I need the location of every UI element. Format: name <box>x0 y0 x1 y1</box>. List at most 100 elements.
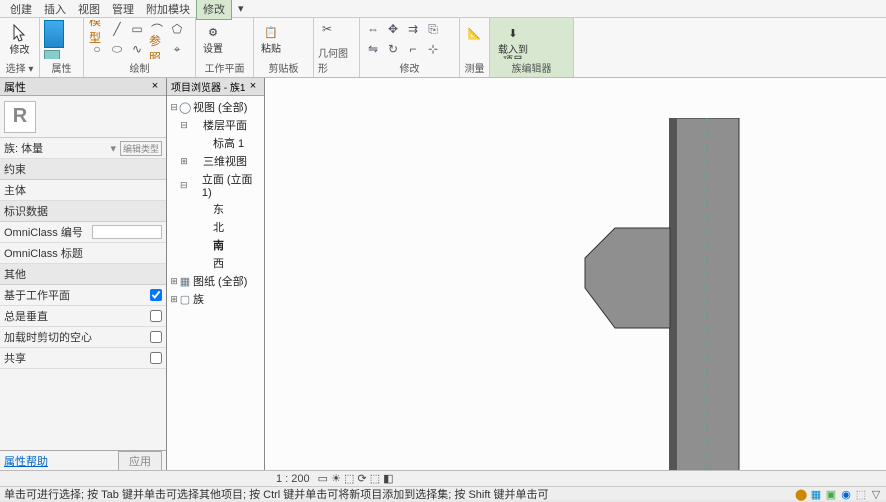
rotate-icon[interactable]: ↻ <box>384 40 402 58</box>
tree-node[interactable]: ⊟ 楼层平面 <box>169 116 262 134</box>
workplane-based-checkbox[interactable] <box>150 289 162 301</box>
row-omniclass-number: OmniClass 编号 <box>0 222 166 243</box>
scale-label[interactable]: 1 : 200 <box>276 473 310 485</box>
draw-spline-icon[interactable]: ∿ <box>128 40 146 58</box>
tree-node[interactable]: 西 <box>169 254 262 272</box>
type-thumbnail: R <box>4 101 36 133</box>
shared-checkbox[interactable] <box>150 352 162 364</box>
tree-node-icon: ▦ <box>179 275 191 288</box>
tray-icon-4[interactable]: ◉ <box>840 488 852 500</box>
measure-button[interactable]: 📐 <box>459 20 491 46</box>
tree-node[interactable]: 东 <box>169 200 262 218</box>
draw-rect-icon[interactable]: ▭ <box>128 20 146 38</box>
drawing-canvas[interactable] <box>265 78 886 470</box>
browser-close-icon[interactable]: × <box>246 80 260 94</box>
tree-toggle-icon[interactable]: ⊞ <box>179 156 189 167</box>
properties-help-link[interactable]: 属性帮助 <box>4 453 48 469</box>
edit-type-button[interactable]: 编辑类型 <box>120 141 162 156</box>
tree-node-label: 标高 1 <box>211 135 244 151</box>
tray-icon-2[interactable]: ▦ <box>810 488 822 500</box>
properties-header: 属性 × <box>0 78 166 96</box>
draw-polygon-icon[interactable]: ⬠ <box>168 20 186 38</box>
tray-icon-3[interactable]: ▣ <box>825 488 837 500</box>
menu-addons[interactable]: 附加模块 <box>140 0 196 19</box>
menu-insert[interactable]: 插入 <box>38 0 72 19</box>
ribbon-group-modify: ⇔ ✥ ⇉ ⎘ ⇋ ↻ ⌐ ⊹ ▦ ⤢ 📌 ✕ 修改 <box>360 18 460 77</box>
apply-button[interactable]: 应用 <box>118 451 162 471</box>
gear-icon: ⚙ <box>201 20 225 44</box>
menu-bar: 创建 插入 视图 管理 附加模块 修改 ▾ <box>0 0 886 18</box>
mirror-icon[interactable]: ⇋ <box>364 40 382 58</box>
properties-preview: R <box>0 96 166 138</box>
menu-manage[interactable]: 管理 <box>106 0 140 19</box>
ribbon-group-properties: 属性 <box>40 18 84 77</box>
view-control-icons[interactable]: ▭ ☀ ⬚ ⟳ ⬚ ◧ <box>318 472 394 485</box>
draw-pick-icon[interactable]: ⌖ <box>168 40 186 58</box>
split-icon[interactable]: ⊹ <box>424 40 442 58</box>
group-label-clipboard: 剪贴板 <box>269 59 299 75</box>
tree-node[interactable]: 北 <box>169 218 262 236</box>
tree-toggle-icon[interactable]: ⊞ <box>169 276 179 287</box>
group-label-modify: 修改 <box>400 59 420 75</box>
align-icon[interactable]: ⇔ <box>364 20 382 38</box>
ribbon-group-draw: 模型 ╱ ▭ ⌒ ⬠ ○ ⬭ ∿ 参照 ⌖ ✶ 绘制 <box>84 18 196 77</box>
row-shared: 共享 <box>0 348 166 369</box>
menu-view[interactable]: 视图 <box>72 0 106 19</box>
properties-close-icon[interactable]: × <box>148 80 162 94</box>
group-constraints: 约束 <box>0 159 166 180</box>
tree-node-label: 西 <box>211 255 224 271</box>
tree-node[interactable]: 标高 1 <box>169 134 262 152</box>
move-icon[interactable]: ✥ <box>384 20 402 38</box>
cut-voids-checkbox[interactable] <box>150 331 162 343</box>
copy-icon[interactable]: ⎘ <box>424 20 442 38</box>
tree-toggle-icon[interactable]: ⊟ <box>179 120 189 131</box>
ribbon: 修改 选择 ▾ 属性 模型 ╱ ▭ ⌒ ⬠ ○ ⬭ ∿ 参照 ⌖ ✶ 绘制 ⚙设… <box>0 18 886 78</box>
content-area: 属性 × R 族: 体量 ▾ 编辑类型 约束 主体 标识数据 OmniClass… <box>0 78 886 470</box>
paste-button[interactable]: 📋粘贴 <box>258 20 284 55</box>
menu-dropdown-icon[interactable]: ▾ <box>232 0 250 17</box>
menu-modify[interactable]: 修改 <box>196 0 232 20</box>
draw-ellipse-icon[interactable]: ⬭ <box>108 40 126 58</box>
tree-node-label: 楼层平面 <box>201 117 247 133</box>
set-button[interactable]: ⚙设置 <box>200 20 226 55</box>
ref-plane-button[interactable]: 参照 <box>148 40 166 58</box>
geom-cut-icon[interactable]: ✂ <box>318 20 336 38</box>
load-into-project-button[interactable]: ⬇载入到 项目 <box>494 20 532 59</box>
browser-title: 项目浏览器 - 族1 <box>171 79 245 94</box>
tree-node[interactable]: ⊟◯视图 (全部) <box>169 98 262 116</box>
ribbon-group-family-editor: ⬇载入到 项目 ⬇载入到 项目并关闭 族编辑器 <box>490 18 574 77</box>
cursor-icon <box>8 21 32 45</box>
tray-filter-icon[interactable]: ▽ <box>870 488 882 500</box>
tree-node[interactable]: ⊞▢族 <box>169 290 262 308</box>
tree-toggle-icon[interactable]: ⊟ <box>179 180 188 191</box>
omniclass-number-input[interactable] <box>92 225 162 239</box>
group-other: 其他 <box>0 264 166 285</box>
system-tray-icons: ⬤ ▦ ▣ ◉ ⬚ ▽ <box>795 488 882 500</box>
menu-create[interactable]: 创建 <box>4 0 38 19</box>
tray-icon-1[interactable]: ⬤ <box>795 488 807 500</box>
tree-node[interactable]: 南 <box>169 236 262 254</box>
type-selector-row[interactable]: 族: 体量 ▾ 编辑类型 <box>0 138 166 159</box>
group-label-measure: 测量 <box>465 59 485 75</box>
tree-toggle-icon[interactable]: ⊟ <box>169 102 179 113</box>
modify-tool-button[interactable]: 修改 <box>4 20 36 57</box>
offset-icon[interactable]: ⇉ <box>404 20 422 38</box>
family-types-button[interactable] <box>44 50 60 59</box>
properties-button[interactable] <box>44 20 64 48</box>
trim-icon[interactable]: ⌐ <box>404 40 422 58</box>
tree-node-label: 视图 (全部) <box>191 99 247 115</box>
tray-icon-5[interactable]: ⬚ <box>855 488 867 500</box>
model-button[interactable]: 模型 <box>88 20 106 38</box>
draw-circle-icon[interactable]: ○ <box>88 40 106 58</box>
ribbon-group-measure: 📐 测量 <box>460 18 490 77</box>
tree-node-icon: ▢ <box>179 293 191 306</box>
tree-toggle-icon[interactable]: ⊞ <box>169 294 179 305</box>
tree-node-label: 南 <box>211 237 224 253</box>
properties-title: 属性 <box>4 79 26 95</box>
draw-line-icon[interactable]: ╱ <box>108 20 126 38</box>
tree-node[interactable]: ⊞三维视图 <box>169 152 262 170</box>
always-vertical-checkbox[interactable] <box>150 310 162 322</box>
tree-node[interactable]: ⊞▦图纸 (全部) <box>169 272 262 290</box>
tree-node[interactable]: ⊟立面 (立面 1) <box>169 170 262 200</box>
group-label-draw: 绘制 <box>130 59 150 75</box>
